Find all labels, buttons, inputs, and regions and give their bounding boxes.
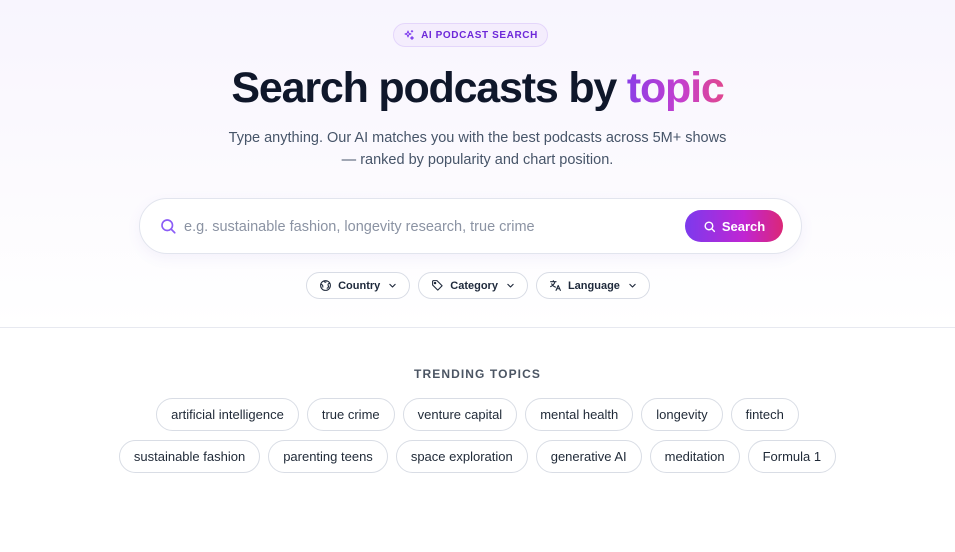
country-filter[interactable]: Country: [306, 272, 411, 299]
topic-chip[interactable]: meditation: [649, 440, 740, 473]
topic-chip[interactable]: venture capital: [402, 398, 518, 431]
page-title-main: Search podcasts by: [231, 64, 627, 112]
search-bar: Search: [139, 198, 802, 254]
search-button-label: Search: [721, 218, 766, 234]
topic-chip[interactable]: mental health: [525, 398, 634, 431]
chevron-down-icon: [629, 283, 636, 288]
topic-chip[interactable]: generative AI: [535, 440, 642, 473]
ai-podcast-search-badge: AI PODCAST SEARCH: [393, 23, 548, 47]
badge-label: AI PODCAST SEARCH: [421, 29, 538, 41]
search-button[interactable]: Search: [685, 210, 783, 242]
tag-icon: [432, 280, 443, 291]
hero-section: AI PODCAST SEARCH Search podcasts by top…: [0, 0, 955, 328]
topic-chip[interactable]: true crime: [306, 398, 395, 431]
topic-chip[interactable]: space exploration: [395, 440, 528, 473]
subtitle-line-1: Type anything. Our AI matches you with t…: [228, 130, 727, 146]
topic-chip[interactable]: longevity: [641, 398, 723, 431]
country-filter-label: Country: [338, 279, 381, 292]
trending-topics-heading: TRENDING TOPICS: [414, 367, 541, 381]
topic-chip[interactable]: artificial intelligence: [156, 398, 299, 431]
translate-icon: [550, 280, 561, 291]
search-button-icon: [704, 220, 715, 232]
chevron-down-icon: [389, 283, 396, 288]
search-input[interactable]: [184, 215, 664, 239]
search-icon: [161, 219, 176, 234]
trending-topics-list: artificial intelligence true crime ventu…: [90, 398, 865, 473]
page-subtitle: Type anything. Our AI matches you with t…: [0, 127, 955, 171]
globe-icon: [320, 280, 332, 291]
category-filter-label: Category: [450, 279, 498, 292]
sparkles-icon: [404, 30, 415, 40]
filter-bar: Country Category Language: [0, 272, 955, 299]
subtitle-line-2: — ranked by popularity and chart positio…: [341, 152, 614, 168]
category-filter[interactable]: Category: [418, 272, 528, 299]
page-title-accent: topic: [626, 64, 725, 112]
topic-chip[interactable]: parenting teens: [268, 440, 388, 473]
topic-chip[interactable]: Formula 1: [747, 440, 837, 473]
page-title: Search podcasts by topic: [0, 64, 955, 113]
chevron-down-icon: [507, 283, 514, 288]
topic-chip[interactable]: sustainable fashion: [118, 440, 261, 473]
language-filter-label: Language: [567, 279, 620, 292]
language-filter[interactable]: Language: [535, 272, 650, 299]
topic-chip[interactable]: fintech: [730, 398, 799, 431]
